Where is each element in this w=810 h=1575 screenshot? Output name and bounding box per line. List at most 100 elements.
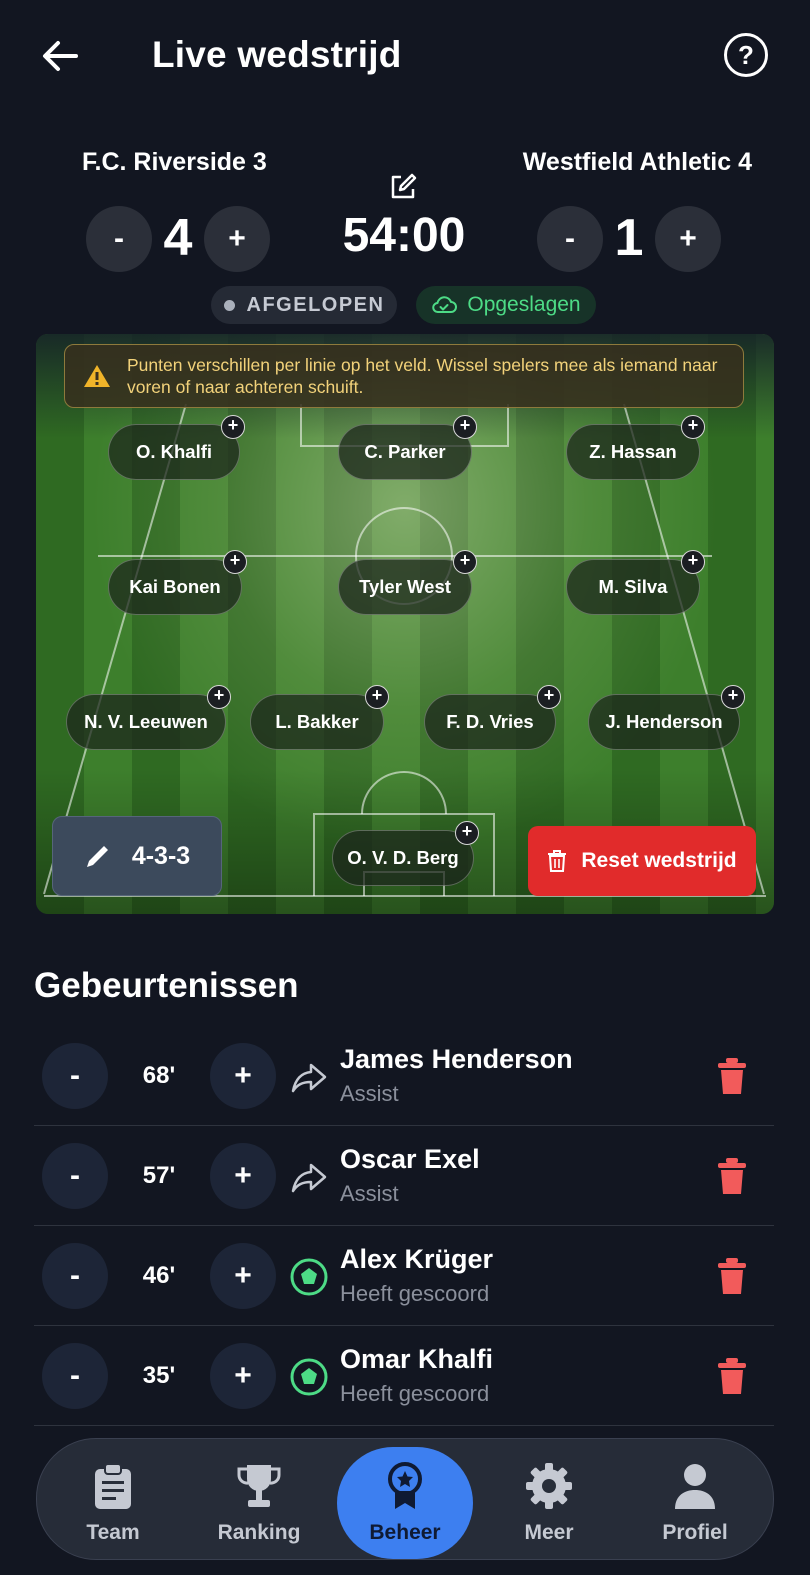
plus-icon: + xyxy=(234,1159,252,1192)
reset-match-button[interactable]: Reset wedstrijd xyxy=(528,826,756,896)
nav-label: Profiel xyxy=(662,1521,728,1544)
event-minute-plus-button[interactable]: + xyxy=(210,1043,276,1109)
event-row: - 35' + Omar Khalfi Heeft gescoord xyxy=(34,1326,774,1426)
arrow-left-icon xyxy=(43,41,78,71)
trash-icon xyxy=(548,850,567,872)
edit-clock-icon[interactable] xyxy=(388,172,418,202)
add-player-icon[interactable]: + xyxy=(681,550,705,574)
saved-status-label: Opgeslagen xyxy=(467,293,581,316)
award-icon xyxy=(388,1462,422,1509)
plus-icon: + xyxy=(679,222,697,255)
player-name: O. Khalfi xyxy=(135,441,213,462)
add-player-icon[interactable]: + xyxy=(453,415,477,439)
add-player-icon[interactable]: + xyxy=(721,685,745,709)
player-chip[interactable]: Z. Hassan + xyxy=(566,415,705,480)
player-name: Z. Hassan xyxy=(589,441,677,462)
event-player-name: Omar Khalfi xyxy=(340,1344,494,1374)
home-team-name: F.C. Riverside 3 xyxy=(82,148,267,176)
event-minute: 46' xyxy=(142,1262,176,1289)
player-name: O. V. D. Berg xyxy=(347,847,459,868)
bottom-navigation: Team Ranking Beheer Meer Profiel xyxy=(36,1438,774,1560)
plus-icon: + xyxy=(234,1259,252,1292)
delete-event-icon[interactable] xyxy=(716,1356,748,1396)
event-minute-minus-button[interactable]: - xyxy=(42,1243,108,1309)
event-minute-plus-button[interactable]: + xyxy=(210,1243,276,1309)
minus-icon: - xyxy=(70,1359,80,1392)
away-team-name: Westfield Athletic 4 xyxy=(522,148,752,176)
delete-event-icon[interactable] xyxy=(716,1156,748,1196)
nav-label: Beheer xyxy=(369,1521,441,1544)
page-title: Live wedstrijd xyxy=(152,34,402,75)
player-chip[interactable]: C. Parker + xyxy=(338,415,477,480)
reset-match-label: Reset wedstrijd xyxy=(581,849,737,872)
pencil-icon xyxy=(86,846,108,867)
event-type: Heeft gescoord xyxy=(340,1281,490,1306)
pitch: Punten verschillen per linie op het veld… xyxy=(36,334,774,914)
player-chip[interactable]: L. Bakker + xyxy=(250,685,389,750)
add-player-icon[interactable]: + xyxy=(207,685,231,709)
nav-item-team[interactable]: Team xyxy=(53,1439,173,1561)
event-minute-minus-button[interactable]: - xyxy=(42,1143,108,1209)
player-name: N. V. Leeuwen xyxy=(84,711,208,732)
nav-item-profiel[interactable]: Profiel xyxy=(635,1439,755,1561)
add-player-icon[interactable]: + xyxy=(455,821,479,845)
goal-icon xyxy=(290,1258,328,1296)
player-name: F. D. Vries xyxy=(446,711,534,732)
player-chip[interactable]: F. D. Vries + xyxy=(424,685,561,750)
nav-item-ranking[interactable]: Ranking xyxy=(199,1439,319,1561)
minus-icon: - xyxy=(565,222,575,255)
player-chip[interactable]: O. Khalfi + xyxy=(108,415,245,480)
match-status-label: AFGELOPEN xyxy=(246,293,385,316)
home-score-plus-button[interactable]: + xyxy=(204,206,270,272)
player-chip[interactable]: O. V. D. Berg + xyxy=(332,821,479,886)
help-button[interactable]: ? xyxy=(724,33,768,77)
event-player-name: Alex Krüger xyxy=(340,1244,494,1274)
match-status-badge: AFGELOPEN xyxy=(211,286,397,324)
add-player-icon[interactable]: + xyxy=(221,415,245,439)
home-score-minus-button[interactable]: - xyxy=(86,206,152,272)
add-player-icon[interactable]: + xyxy=(365,685,389,709)
player-name: Tyler West xyxy=(359,576,451,597)
delete-event-icon[interactable] xyxy=(716,1256,748,1296)
player-chip[interactable]: N. V. Leeuwen + xyxy=(66,685,231,750)
add-player-icon[interactable]: + xyxy=(453,550,477,574)
away-score-plus-button[interactable]: + xyxy=(655,206,721,272)
event-minute-minus-button[interactable]: - xyxy=(42,1343,108,1409)
player-chip[interactable]: Tyler West + xyxy=(338,550,477,615)
player-chip[interactable]: J. Henderson + xyxy=(588,685,745,750)
away-score-minus-button[interactable]: - xyxy=(537,206,603,272)
away-score: 1 xyxy=(614,209,644,267)
clipboard-icon xyxy=(95,1463,131,1509)
gear-icon xyxy=(526,1463,572,1509)
nav-item-beheer[interactable]: Beheer xyxy=(345,1439,465,1561)
warning-icon xyxy=(84,365,110,387)
saved-status-badge: Opgeslagen xyxy=(416,286,596,324)
player-name: C. Parker xyxy=(364,441,446,462)
nav-item-meer[interactable]: Meer xyxy=(489,1439,609,1561)
event-minute: 68' xyxy=(142,1062,176,1089)
minus-icon: - xyxy=(114,222,124,255)
plus-icon: + xyxy=(234,1359,252,1392)
event-minute-minus-button[interactable]: - xyxy=(42,1043,108,1109)
plus-icon: + xyxy=(234,1059,252,1092)
player-chip[interactable]: M. Silva + xyxy=(566,550,705,615)
add-player-icon[interactable]: + xyxy=(223,550,247,574)
delete-event-icon[interactable] xyxy=(716,1056,748,1096)
add-player-icon[interactable]: + xyxy=(537,685,561,709)
event-minute-plus-button[interactable]: + xyxy=(210,1143,276,1209)
player-chip[interactable]: Kai Bonen + xyxy=(108,550,247,615)
event-player-name: Oscar Exel xyxy=(340,1144,480,1174)
minus-icon: - xyxy=(70,1059,80,1092)
assist-icon xyxy=(291,1163,327,1193)
player-name: M. Silva xyxy=(598,576,668,597)
add-player-icon[interactable]: + xyxy=(681,415,705,439)
formation-warning-banner: Punten verschillen per linie op het veld… xyxy=(64,344,744,408)
player-name: L. Bakker xyxy=(275,711,359,732)
event-row: - 46' + Alex Krüger Heeft gescoord xyxy=(34,1226,774,1326)
event-minute: 35' xyxy=(142,1362,176,1389)
event-minute-plus-button[interactable]: + xyxy=(210,1343,276,1409)
events-title: Gebeurtenissen xyxy=(34,966,299,1005)
back-button[interactable] xyxy=(36,32,84,80)
formation-button[interactable]: 4-3-3 xyxy=(52,816,222,896)
minus-icon: - xyxy=(70,1259,80,1292)
